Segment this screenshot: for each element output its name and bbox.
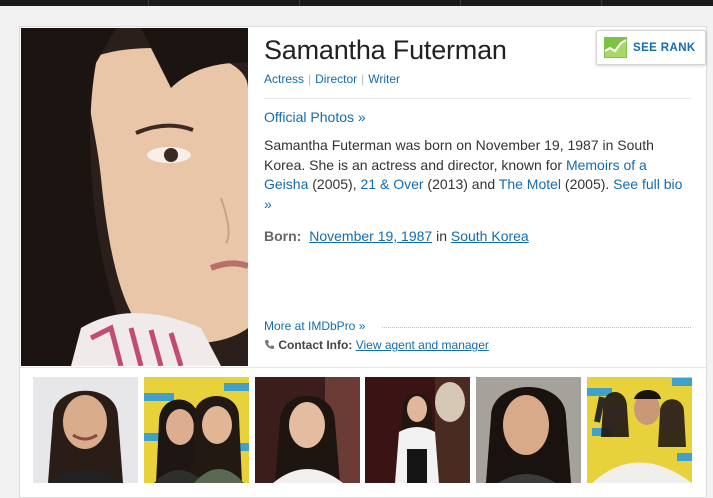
photo-thumbnail[interactable] [476,377,581,483]
name-overview-card: Samantha Futerman Actress | Director | Write… [19,26,707,498]
info-panel: Samantha Futerman Actress | Director | Write… [264,27,691,367]
dotted-divider [382,327,691,328]
phone-icon [265,340,274,349]
role-separator: | [361,72,365,86]
divider [20,367,706,368]
born-label: Born: [264,228,302,244]
portrait-image [21,28,248,366]
born-row: Born: November 19, 1987 in South Korea [264,228,529,244]
divider [264,98,691,99]
role-link-director[interactable]: Director [315,72,357,86]
photo-thumbnail[interactable] [365,377,470,483]
birth-date-link[interactable]: November 19, 1987 [309,228,432,244]
see-rank-button[interactable]: SEE RANK [596,30,706,65]
film-link-the-motel[interactable]: The Motel [499,176,561,192]
photo-thumbnail[interactable] [144,377,249,483]
official-photos-link[interactable]: Official Photos » [264,109,366,125]
photo-thumbnail[interactable] [255,377,360,483]
contact-info-label: Contact Info: [278,338,353,352]
film-year: (2005), [312,176,357,192]
film-year: (2005). [564,176,610,192]
top-nav-segment [461,0,602,6]
see-rank-label: SEE RANK [633,41,696,54]
role-link-actress[interactable]: Actress [264,72,304,86]
bio-text: Samantha Futerman was born on November 1… [264,136,684,214]
rank-chart-icon [604,37,627,58]
role-link-writer[interactable]: Writer [368,72,400,86]
role-links: Actress | Director | Writer [264,72,400,86]
contact-info-row: Contact Info: View agent and manager [264,338,489,352]
role-separator: | [308,72,312,86]
born-in-text: in [436,228,447,244]
photo-thumbnail[interactable] [587,377,692,483]
film-link-21-over[interactable]: 21 & Over [361,176,424,192]
top-nav-segment [149,0,300,6]
person-name: Samantha Futerman [264,35,507,65]
top-nav-bar [0,0,713,6]
birth-place-link[interactable]: South Korea [451,228,529,244]
view-agent-manager-link[interactable]: View agent and manager [356,338,489,352]
film-year: (2013) and [427,176,496,192]
top-nav-segment [300,0,461,6]
primary-photo[interactable] [21,28,248,366]
top-nav-segment [0,0,149,6]
more-at-imdbpro-link[interactable]: More at IMDbPro » [264,319,365,333]
photo-strip [33,377,693,487]
photo-thumbnail[interactable] [33,377,138,483]
more-at-imdbpro-row: More at IMDbPro » [264,319,691,333]
